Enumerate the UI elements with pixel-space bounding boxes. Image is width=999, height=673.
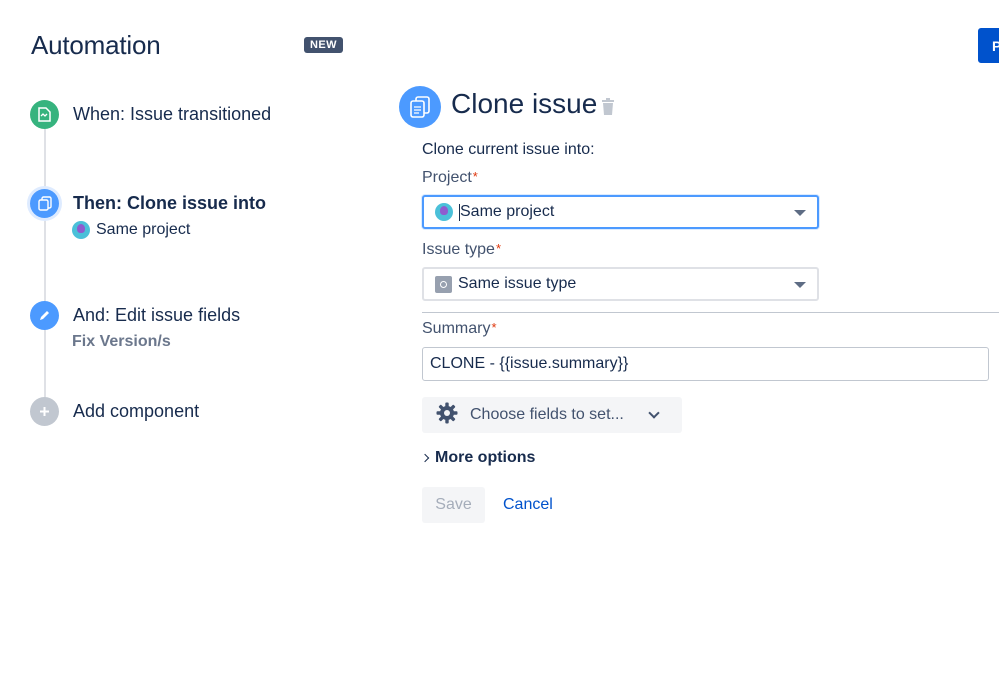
choose-fields-button[interactable]: Choose fields to set... xyxy=(422,397,682,433)
issue-type-select-value: Same issue type xyxy=(458,275,577,292)
dropdown-caret-icon xyxy=(794,282,806,288)
timeline-connector xyxy=(44,128,46,398)
gear-icon xyxy=(436,402,458,429)
step-label: And: Edit issue fields xyxy=(73,305,241,325)
pencil-icon xyxy=(30,301,59,330)
project-avatar-icon xyxy=(72,221,90,239)
issue-type-label-text: Issue type xyxy=(422,241,495,258)
cancel-button[interactable]: Cancel xyxy=(503,496,553,514)
step-label: Add component xyxy=(73,401,200,421)
project-label-text: Project xyxy=(422,169,472,186)
clone-issue-icon xyxy=(399,86,441,128)
page-title: Automation xyxy=(31,30,161,60)
panel-title: Clone issue xyxy=(451,88,598,119)
issue-type-label: Issue type* xyxy=(422,241,501,259)
issue-type-select[interactable]: Same issue type xyxy=(422,267,819,301)
project-select[interactable]: Same project xyxy=(422,195,819,229)
more-options-label: More options xyxy=(435,449,536,466)
save-button[interactable]: Save xyxy=(422,487,485,523)
chevron-down-icon xyxy=(648,407,660,419)
choose-fields-label: Choose fields to set... xyxy=(470,406,624,423)
more-options-toggle[interactable]: More options xyxy=(420,449,536,467)
trigger-icon xyxy=(30,100,59,129)
step-detail: Same project xyxy=(72,221,190,239)
step-detail-text: Same project xyxy=(96,221,191,238)
chevron-right-icon xyxy=(420,453,430,463)
step-label: When: Issue transitioned xyxy=(73,104,272,124)
summary-label-text: Summary xyxy=(422,320,491,337)
summary-label: Summary* xyxy=(422,320,497,338)
step-detail: Fix Version/s xyxy=(72,333,171,351)
trash-icon[interactable] xyxy=(601,98,615,115)
project-avatar-icon xyxy=(435,203,453,221)
required-marker: * xyxy=(472,169,478,184)
step-label: Then: Clone issue into xyxy=(73,193,267,213)
clone-icon xyxy=(30,189,59,218)
dropdown-caret-icon xyxy=(794,210,806,216)
project-select-value: Same project xyxy=(460,203,555,220)
issue-type-icon xyxy=(435,275,452,293)
summary-input[interactable] xyxy=(422,347,989,381)
required-marker: * xyxy=(491,320,497,335)
project-label: Project* xyxy=(422,169,478,187)
step-detail-text: Fix Version/s xyxy=(72,333,171,350)
publish-button[interactable]: P xyxy=(978,28,999,63)
required-marker: * xyxy=(495,241,501,256)
new-badge: NEW xyxy=(304,37,343,53)
plus-icon xyxy=(30,397,59,426)
section-divider xyxy=(422,312,999,313)
clone-intro-label: Clone current issue into: xyxy=(422,141,595,158)
